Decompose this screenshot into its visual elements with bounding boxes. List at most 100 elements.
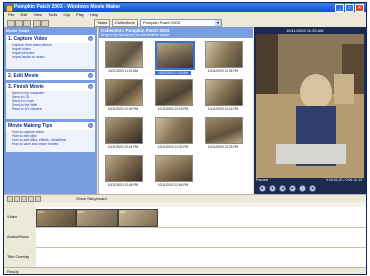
clip-image [105, 117, 143, 144]
audio-track[interactable] [34, 227, 366, 248]
capture-video-header[interactable]: 1. Capture Video ˄ [6, 35, 95, 43]
collection-subtitle: Drag a clip and drop it on the timeline … [101, 33, 170, 37]
monitor-title: 10/11/2003 11:25 AM [286, 28, 324, 33]
tasks-button[interactable]: Tasks [94, 19, 111, 27]
timeline-clip[interactable]: 10/1... [76, 209, 118, 227]
collection-header: Collection: Pumpkin Patch 2003 Drag a cl… [99, 27, 253, 38]
minimize-button[interactable]: _ [335, 4, 344, 12]
clip-image [105, 41, 143, 68]
clip-caption: 10/11/2003 11:01 AM [108, 69, 138, 73]
clip-thumbnail[interactable]: 10/11/2003 12:24 PM [105, 117, 143, 149]
title-overlay-track[interactable] [34, 247, 366, 268]
chevron-up-icon[interactable]: ˄ [88, 123, 93, 128]
movie-tips-section: Movie Making Tips ˄ How to capture video… [6, 122, 95, 152]
movie-tasks-header: Movie Tasks [6, 28, 30, 33]
title-bar: Pumpkin Patch 2003 - Windows Movie Maker… [4, 3, 366, 12]
clip-image [105, 79, 143, 106]
clip-thumbnail[interactable]: 10/11/2003 12:09 PM [105, 79, 143, 111]
open-project-icon[interactable] [15, 20, 23, 27]
clip-thumbnail-selected[interactable]: 10/11/2003 11:25 AM [155, 41, 195, 75]
clip-thumbnail[interactable]: 10/11/2003 12:45 PM [105, 155, 143, 187]
video-track[interactable]: 10/1... 10/1... 10/1... [34, 207, 366, 228]
redo-icon[interactable] [41, 20, 49, 27]
capture-video-title: 1. Capture Video [8, 36, 48, 42]
collections-button[interactable]: Collections [112, 19, 138, 27]
clip-caption: 10/11/2003 12:15 PM [157, 107, 189, 111]
chevron-up-icon[interactable]: ˄ [88, 84, 93, 89]
show-storyboard-button[interactable]: Show Storyboard [76, 196, 107, 201]
play-icon[interactable]: ▶ [259, 184, 266, 192]
chevron-down-icon[interactable]: ˅ [88, 73, 93, 78]
clip-thumbnail[interactable]: 10/11/2003 12:55 PM [155, 155, 193, 187]
maximize-button[interactable]: □ [345, 4, 354, 12]
playback-status: Paused [256, 178, 268, 182]
clip-image [205, 41, 243, 68]
split-clip-icon[interactable]: | [299, 184, 306, 192]
clip-thumbnail[interactable]: 10/11/2003 12:15 PM [155, 79, 193, 111]
edit-movie-section: 2. Edit Movie ˅ [6, 72, 95, 80]
clip-caption: 10/11/2003 12:09 PM [107, 107, 139, 111]
status-text: Ready [7, 269, 19, 274]
zoom-out-icon[interactable] [21, 196, 27, 202]
app-icon [6, 5, 13, 12]
preview-monitor: 10/11/2003 11:25 AM Paused 0:00:02.20 / … [254, 27, 366, 194]
timeline-clip-label: 10/1... [78, 210, 87, 214]
finish-movie-section: 3. Finish Movie ˄ Save to my computer Sa… [6, 83, 95, 119]
track-label-video: Video [4, 207, 36, 228]
collection-dropdown[interactable]: Pumpkin Patch 2003 ▾ [140, 19, 222, 27]
clip-image [155, 155, 193, 182]
undo-icon[interactable] [33, 20, 41, 27]
timeline-tracks: Video 10/1... 10/1... 10/1... Audio/Musi… [4, 207, 366, 268]
window-title: Pumpkin Patch 2003 - Windows Movie Maker [14, 4, 121, 10]
preview-video[interactable] [256, 34, 364, 178]
collection-pane: Collection: Pumpkin Patch 2003 Drag a cl… [98, 27, 352, 194]
clip-image [155, 79, 193, 106]
movie-tips-title: Movie Making Tips [8, 123, 53, 129]
snapshot-icon[interactable]: ◉ [309, 184, 316, 192]
previous-frame-icon[interactable]: ◀ [279, 184, 286, 192]
timeline-clip[interactable]: 10/1... [36, 209, 76, 227]
tip-link[interactable]: How to save and share movies [6, 142, 95, 146]
clip-thumbnail[interactable]: 10/11/2003 12:33 PM [205, 117, 243, 149]
timeline-clip-label: 10/1... [120, 210, 129, 214]
clip-thumbnail[interactable]: 10/11/2003 12:05 PM [205, 41, 243, 73]
save-project-icon[interactable] [23, 20, 31, 27]
finish-movie-header[interactable]: 3. Finish Movie ˄ [6, 83, 95, 91]
movie-maker-window: Pumpkin Patch 2003 - Windows Movie Maker… [3, 2, 367, 275]
clip-thumbnail[interactable]: 10/11/2003 12:16 PM [205, 79, 243, 111]
clip-image [205, 79, 243, 106]
status-bar: Ready [4, 267, 366, 274]
collection-dropdown-value: Pumpkin Patch 2003 [143, 20, 180, 25]
clip-caption: 10/11/2003 12:33 PM [207, 145, 239, 149]
clip-caption: 10/11/2003 12:55 PM [157, 183, 189, 187]
movie-tips-header[interactable]: Movie Making Tips ˄ [6, 122, 95, 130]
clip-caption: 10/11/2003 12:05 PM [207, 69, 239, 73]
zoom-in-icon[interactable] [14, 196, 20, 202]
set-audio-levels-icon[interactable] [7, 196, 13, 202]
task-link[interactable]: Send to DV camera [6, 107, 95, 111]
chevron-down-icon: ▾ [215, 20, 221, 26]
clip-image [155, 117, 193, 144]
clip-caption: 10/11/2003 12:30 PM [157, 145, 189, 149]
capture-video-section: 1. Capture Video ˄ Capture from video de… [6, 35, 95, 69]
clip-caption: 10/11/2003 12:24 PM [107, 145, 139, 149]
finish-movie-title: 3. Finish Movie [8, 84, 44, 90]
playback-time: 0:00:02.20 / 0:00:10.13 [325, 178, 362, 182]
clip-thumbnail[interactable]: 10/11/2003 12:30 PM [155, 117, 193, 149]
movie-tasks-pane: Movie Tasks 1. Capture Video ˄ Capture f… [4, 27, 97, 194]
clip-image [205, 117, 243, 144]
chevron-up-icon[interactable]: ˄ [88, 36, 93, 41]
playback-controls: ▶ ■ ◀ ▶ | ◉ [256, 183, 366, 193]
timeline-clip-label: 10/1... [38, 210, 47, 214]
clip-thumbnail[interactable]: 10/11/2003 11:01 AM [105, 41, 143, 73]
next-frame-icon[interactable]: ▶ [289, 184, 296, 192]
timeline-clip[interactable]: 10/1... [118, 209, 158, 227]
new-project-icon[interactable] [7, 20, 15, 27]
clip-caption: 10/11/2003 12:16 PM [207, 107, 239, 111]
edit-movie-header[interactable]: 2. Edit Movie ˅ [6, 72, 95, 80]
video-frame [256, 34, 364, 178]
stop-icon[interactable]: ■ [269, 184, 276, 192]
track-label-title-overlay: Title Overlay [4, 247, 36, 268]
close-button[interactable]: × [355, 4, 364, 12]
task-link[interactable]: Import audio or music [6, 55, 95, 59]
